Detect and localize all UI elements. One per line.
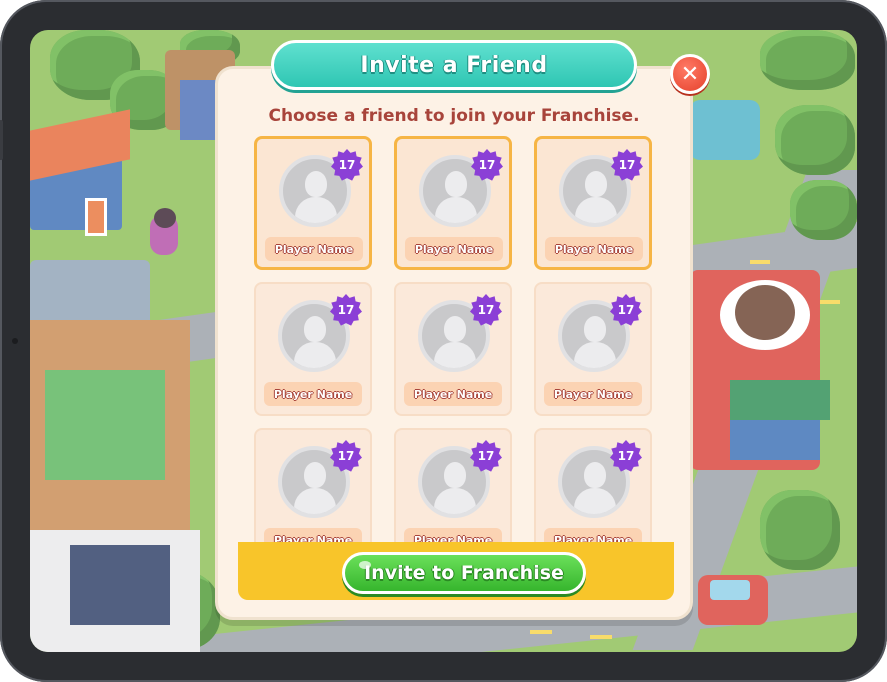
level-badge: 17 [610,440,642,472]
friend-card[interactable]: 17 Player Name [254,428,372,542]
friend-card[interactable]: 17 Player Name [394,428,512,542]
friend-card[interactable]: 17 Player Name [534,428,652,542]
close-icon: ✕ [680,61,700,87]
dialog-title: Invite a Friend [360,52,548,78]
friend-card[interactable]: 17 Player Name [254,282,372,416]
level-badge: 17 [470,440,502,472]
invite-button-label: Invite to Franchise [364,562,564,584]
player-name-label: Player Name [405,237,503,261]
level-number: 17 [618,158,636,172]
friend-card[interactable]: 17 Player Name [394,282,512,416]
level-number: 17 [337,303,355,317]
player-name-label: Player Name [265,237,363,261]
level-number: 17 [337,449,355,463]
friend-grid[interactable]: 17 Player Name 17 Player Name 17 Player Name 1… [240,134,668,542]
player-name-label: Player Name [544,382,642,406]
game-screen: Invite a Friend ✕ Choose a friend to joi… [30,30,857,652]
dialog-subtitle: Choose a friend to join your Franchise. [268,106,640,126]
friend-card[interactable]: 17 Player Name [254,136,372,270]
player-name-label: Player Name [264,528,362,542]
volume-button [0,120,3,160]
front-camera [12,338,18,344]
player-name-label: Player Name [264,382,362,406]
level-number: 17 [617,303,635,317]
level-number: 17 [338,158,356,172]
player-name-label: Player Name [544,528,642,542]
invite-to-franchise-button[interactable]: Invite to Franchise [342,552,586,594]
level-badge: 17 [471,149,503,181]
level-badge: 17 [611,149,643,181]
friend-card[interactable]: 17 Player Name [534,282,652,416]
tablet-frame: Invite a Friend ✕ Choose a friend to joi… [0,0,887,682]
player-name-label: Player Name [404,382,502,406]
friend-card[interactable]: 17 Player Name [394,136,512,270]
level-badge: 17 [330,440,362,472]
level-number: 17 [617,449,635,463]
friend-card[interactable]: 17 Player Name [534,136,652,270]
player-name-label: Player Name [404,528,502,542]
level-number: 17 [477,449,495,463]
level-badge: 17 [610,294,642,326]
dialog-title-banner: Invite a Friend [271,40,637,90]
level-badge: 17 [331,149,363,181]
level-number: 17 [477,303,495,317]
player-name-label: Player Name [545,237,643,261]
level-number: 17 [478,158,496,172]
close-button[interactable]: ✕ [670,54,710,94]
level-badge: 17 [470,294,502,326]
level-badge: 17 [330,294,362,326]
